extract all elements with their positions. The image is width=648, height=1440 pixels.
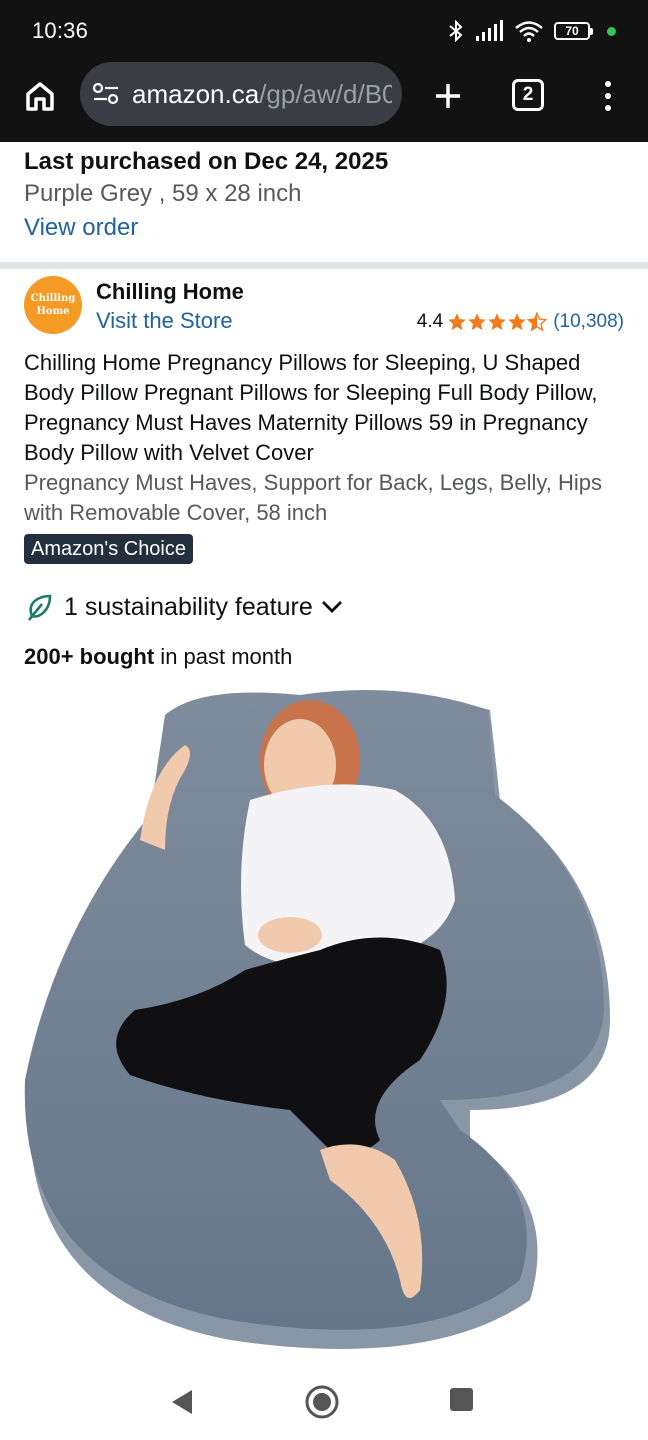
system-nav-bar bbox=[0, 1360, 648, 1440]
purchase-title: Last purchased on Dec 24, 2025 bbox=[24, 148, 389, 175]
bought-count-bold: 200+ bought bbox=[24, 644, 155, 669]
product-image[interactable] bbox=[0, 680, 648, 1360]
home-icon bbox=[26, 82, 54, 111]
url-path: /gp/aw/d/B0 bbox=[259, 79, 392, 109]
status-icons: 70 bbox=[448, 18, 616, 44]
star-rating bbox=[447, 312, 548, 332]
bought-count: 200+ bought in past month bbox=[24, 644, 292, 670]
product-title: Chilling Home Pregnancy Pillows for Slee… bbox=[24, 350, 598, 465]
purchase-history-box: Last purchased on Dec 24, 2025 Purple Gr… bbox=[0, 142, 648, 262]
brand-logo-text-1: Chilling bbox=[30, 293, 76, 304]
product-subtitle: Pregnancy Must Haves, Support for Back, … bbox=[24, 470, 602, 525]
star-icon bbox=[468, 313, 486, 331]
tab-switcher-button[interactable]: 2 bbox=[512, 79, 544, 111]
brand-logo[interactable]: Chilling Home bbox=[24, 276, 82, 334]
rating-value: 4.4 bbox=[416, 311, 444, 332]
status-time: 10:36 bbox=[32, 18, 89, 43]
url-bar[interactable]: amazon.ca/gp/aw/d/B0 bbox=[80, 62, 402, 126]
site-settings-icon[interactable] bbox=[92, 82, 120, 106]
url-text[interactable]: amazon.ca/gp/aw/d/B0 bbox=[132, 79, 392, 110]
battery-level: 70 bbox=[554, 22, 590, 40]
privacy-indicator-dot bbox=[607, 26, 616, 36]
star-icon bbox=[448, 313, 466, 331]
bluetooth-icon bbox=[449, 19, 463, 43]
home-button[interactable] bbox=[20, 76, 60, 116]
purchase-variant: Purple Grey , 59 x 28 inch bbox=[24, 180, 302, 207]
sustainability-label: 1 sustainability feature bbox=[64, 592, 313, 621]
new-tab-button[interactable] bbox=[428, 76, 468, 116]
section-divider bbox=[0, 262, 648, 269]
browser-toolbar: amazon.ca/gp/aw/d/B0 2 bbox=[0, 62, 648, 142]
view-order-link[interactable]: View order bbox=[24, 214, 138, 242]
sustainability-toggle[interactable]: 1 sustainability feature bbox=[24, 592, 343, 622]
home-nav-icon[interactable] bbox=[304, 1384, 340, 1420]
status-bar: 10:36 70 bbox=[0, 0, 648, 62]
recents-icon[interactable] bbox=[450, 1388, 473, 1411]
battery-icon: 70 bbox=[554, 22, 593, 40]
visit-store-link[interactable]: Visit the Store bbox=[96, 308, 233, 334]
amazons-choice-badge[interactable]: Amazon's Choice bbox=[24, 534, 193, 564]
rating-summary[interactable]: 4.4 (10,308) bbox=[417, 311, 624, 333]
rating-count[interactable]: (10,308) bbox=[553, 311, 624, 333]
half-star-icon bbox=[527, 312, 548, 332]
back-icon[interactable] bbox=[170, 1388, 194, 1416]
bought-count-rest: in past month bbox=[154, 644, 293, 669]
signal-icon bbox=[476, 20, 503, 41]
chevron-down-icon bbox=[321, 601, 342, 613]
star-icon bbox=[488, 313, 506, 331]
url-domain: amazon.ca bbox=[132, 79, 260, 109]
plus-icon bbox=[436, 84, 460, 108]
more-menu-button[interactable] bbox=[596, 76, 620, 116]
leaf-icon bbox=[27, 594, 52, 621]
brand-name: Chilling Home bbox=[96, 279, 244, 304]
brand-logo-text-2: Home bbox=[36, 306, 70, 317]
wifi-icon bbox=[515, 21, 543, 42]
star-icon bbox=[508, 313, 526, 331]
